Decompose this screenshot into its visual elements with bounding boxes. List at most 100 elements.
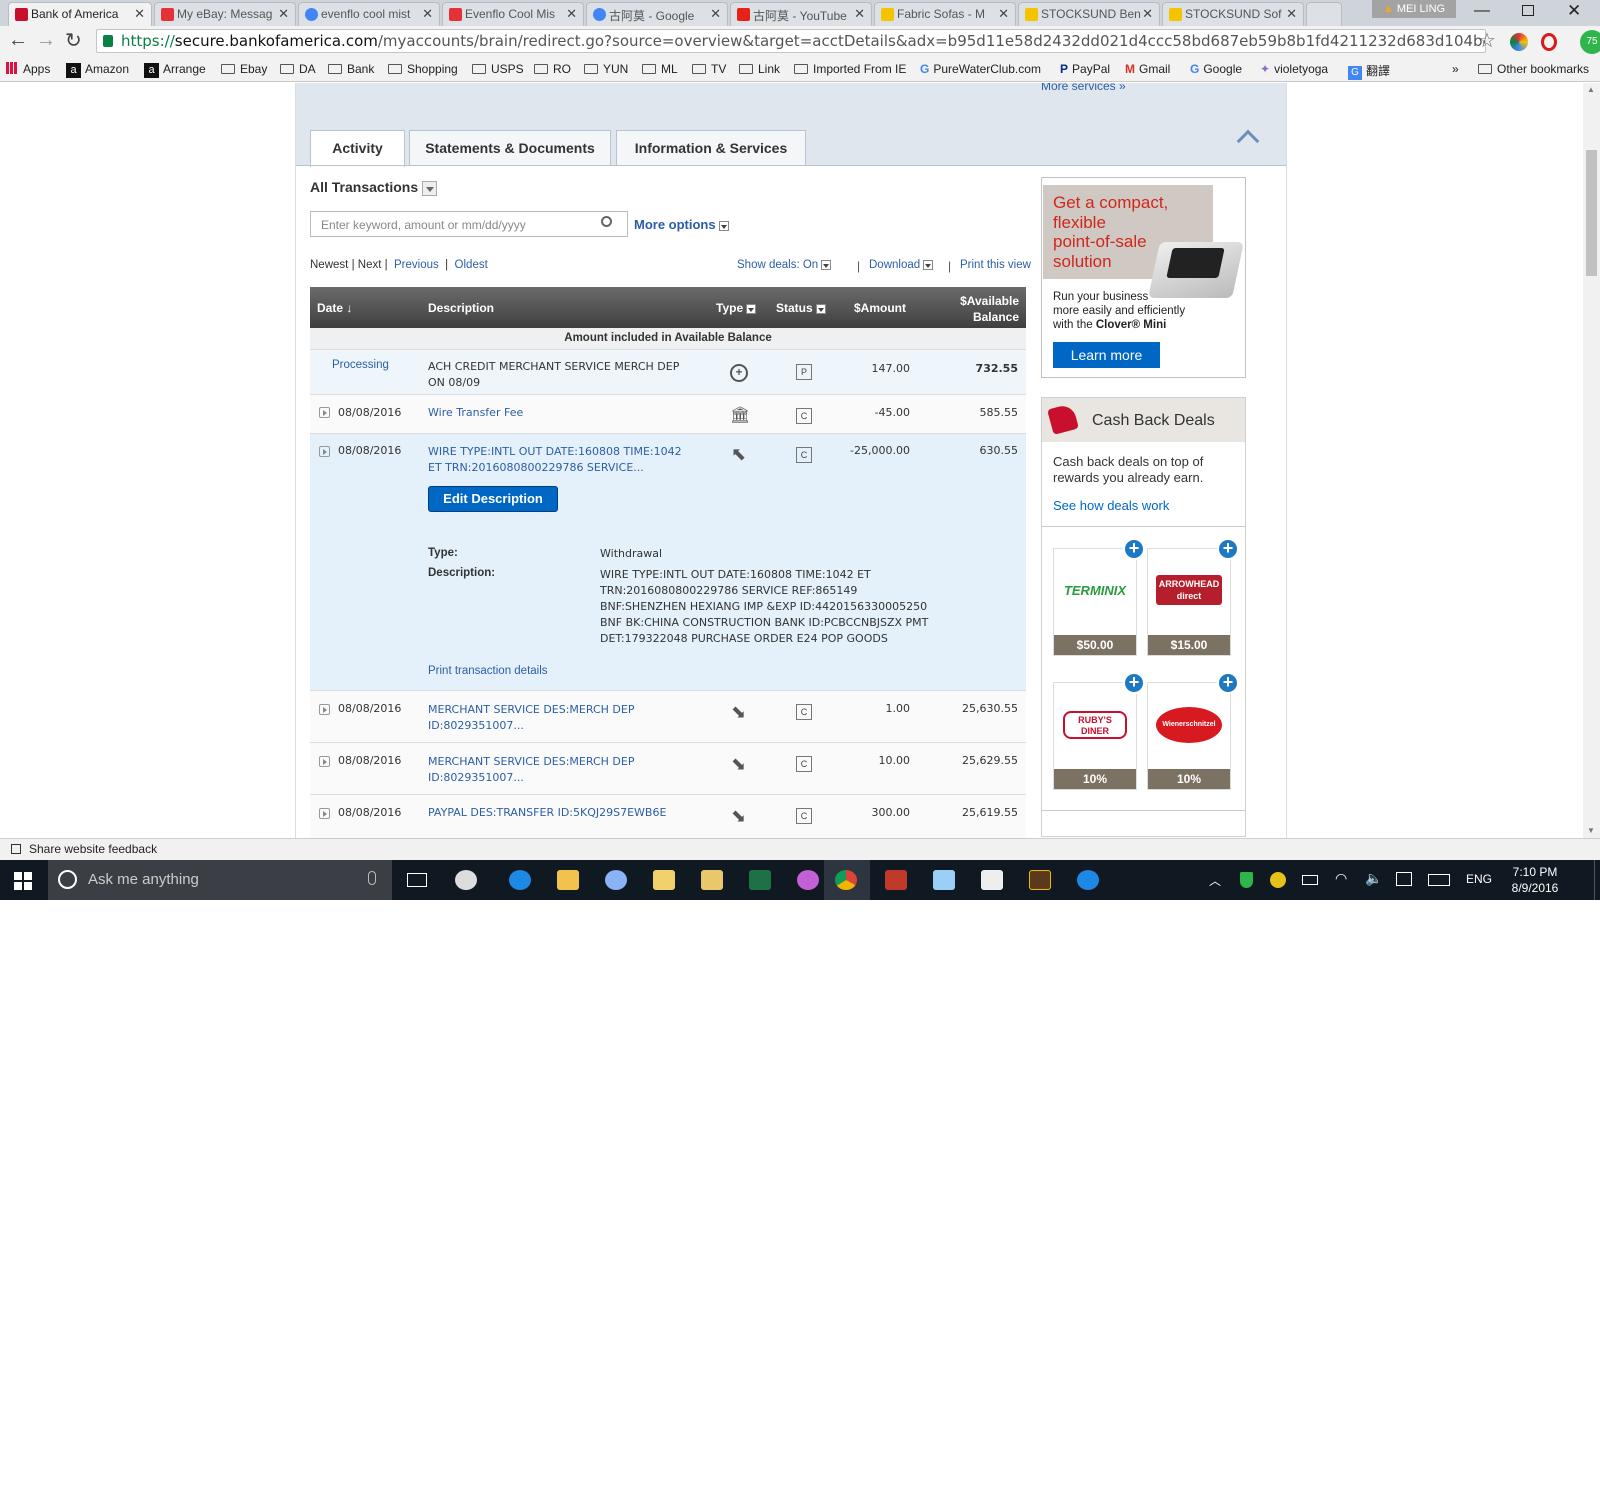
extension-t-icon[interactable] — [1510, 33, 1528, 51]
cortana-search-box[interactable]: Ask me anything — [48, 860, 392, 900]
bookmark-imported-from-ie[interactable]: Imported From IE — [794, 62, 906, 76]
table-row[interactable]: Processing ACH CREDIT MERCHANT SERVICE M… — [310, 350, 1026, 395]
bookmark-shopping[interactable]: Shopping — [388, 62, 458, 76]
vpn-app-icon[interactable] — [981, 870, 1003, 890]
bookmark-translate[interactable]: G 翻譯 — [1348, 62, 1390, 80]
language-indicator[interactable]: ENG — [1466, 872, 1492, 886]
expand-row-icon[interactable] — [319, 704, 330, 715]
pager-oldest-link[interactable]: Oldest — [455, 259, 488, 271]
deal-card-arrowhead[interactable]: ARROWHEAD direct $15.00 — [1147, 548, 1231, 656]
close-tab-icon[interactable]: ✕ — [1142, 6, 1153, 22]
tray-app-icon[interactable] — [1270, 872, 1286, 888]
browser-tab-google-guamo[interactable]: 古阿莫 - Google ✕ — [586, 2, 728, 26]
table-row[interactable]: 08/08/2016 MERCHANT SERVICE DES:MERCH DE… — [310, 691, 1026, 743]
table-row[interactable]: 08/08/2016 PAYPAL DES:TRANSFER ID:5KQJ29… — [310, 795, 1026, 838]
bookmark-usps[interactable]: USPS — [472, 62, 524, 76]
download-menu[interactable]: Download — [869, 259, 934, 271]
deal-card-rubys-diner[interactable]: RUBY'S DINER 10% — [1053, 682, 1137, 790]
scroll-up-arrow-icon[interactable]: ▲ — [1587, 85, 1595, 94]
browser-tab-ebay[interactable]: My eBay: Messag ✕ — [154, 2, 296, 26]
search-icon[interactable] — [601, 216, 612, 227]
bookmark-yun[interactable]: YUN — [584, 62, 628, 76]
clock[interactable]: 7:10 PM 8/9/2016 — [1505, 864, 1565, 896]
scrollbar-thumb[interactable] — [1586, 150, 1597, 276]
expand-row-icon[interactable] — [319, 808, 330, 819]
tab-activity[interactable]: Activity — [310, 130, 405, 167]
folder-app-icon[interactable] — [653, 870, 675, 890]
profile-badge[interactable]: ▲ MEI LING — [1372, 0, 1456, 18]
notes-app-icon[interactable] — [933, 870, 955, 890]
more-services-link[interactable]: More services » — [1041, 83, 1126, 93]
mail-folder-icon[interactable] — [701, 870, 723, 890]
defender-shield-icon[interactable] — [1240, 872, 1253, 888]
bookmark-violetyoga[interactable]: ✦ violetyoga — [1260, 62, 1328, 76]
forward-arrow-icon[interactable]: → — [36, 29, 56, 52]
row-description-link[interactable]: Wire Transfer Fee — [428, 406, 523, 419]
deal-card-terminix[interactable]: TERMINIX $50.00 — [1053, 548, 1137, 656]
column-status[interactable]: Status — [776, 301, 827, 315]
tray-chevron-up-icon[interactable]: ︿ — [1209, 872, 1221, 889]
edge-browser-icon[interactable] — [509, 870, 531, 890]
windows-start-icon[interactable] — [14, 872, 32, 890]
action-center-icon[interactable] — [1396, 872, 1412, 886]
paint-app-icon[interactable] — [605, 870, 627, 890]
row-description-link[interactable]: WIRE TYPE:INTL OUT DATE:160808 TIME:1042… — [428, 444, 682, 476]
minimize-button[interactable]: — — [1474, 2, 1490, 20]
wifi-icon[interactable]: ◠ — [1335, 870, 1347, 887]
bookmark-arrange[interactable]: a Arrange — [144, 62, 206, 78]
transaction-search-input[interactable]: Enter keyword, amount or mm/dd/yyyy — [310, 211, 628, 237]
reload-icon[interactable]: ↻ — [65, 28, 82, 53]
table-row[interactable]: 08/08/2016 MERCHANT SERVICE DES:MERCH DE… — [310, 743, 1026, 795]
bookmark-ro[interactable]: RO — [534, 62, 571, 76]
bookmark-amazon[interactable]: a Amazon — [66, 62, 129, 78]
clover-mini-ad[interactable]: Get a compact, flexible point-of-sale so… — [1041, 177, 1246, 378]
print-this-view-link[interactable]: Print this view — [960, 259, 1031, 271]
close-tab-icon[interactable]: ✕ — [134, 6, 145, 22]
back-arrow-icon[interactable]: ← — [8, 29, 28, 52]
tab-statements-documents[interactable]: Statements & Documents — [409, 130, 611, 166]
table-row-expanded[interactable]: 08/08/2016 WIRE TYPE:INTL OUT DATE:16080… — [310, 434, 1026, 691]
bookmark-ml[interactable]: ML — [642, 62, 678, 76]
show-desktop-strip[interactable] — [1594, 860, 1600, 900]
restore-button[interactable] — [1522, 5, 1534, 16]
browser-tab-stocksund-bench[interactable]: STOCKSUND Ben ✕ — [1018, 2, 1160, 26]
opera-icon[interactable] — [1541, 33, 1557, 51]
scroll-down-arrow-icon[interactable]: ▼ — [1587, 826, 1595, 835]
all-transactions-filter[interactable]: All Transactions — [310, 179, 438, 196]
tab-information-services[interactable]: Information & Services — [616, 130, 806, 166]
bookmark-gmail[interactable]: M Gmail — [1125, 62, 1170, 76]
battery-icon[interactable] — [1302, 875, 1318, 885]
browser-tab-bank-of-america[interactable]: Bank of America ✕ — [8, 2, 152, 26]
add-deal-plus-icon[interactable]: + — [1123, 538, 1145, 560]
row-description-link[interactable]: MERCHANT SERVICE DES:MERCH DEP ID:8029351… — [428, 754, 634, 786]
url-input[interactable]: https://secure.bankofamerica.com/myaccou… — [96, 29, 1486, 53]
more-options-link[interactable]: More options — [634, 217, 730, 232]
bookmark-paypal[interactable]: P PayPal — [1060, 62, 1110, 76]
see-how-deals-work-link[interactable]: See how deals work — [1053, 498, 1169, 513]
volume-icon[interactable]: 🔈 — [1365, 870, 1382, 887]
edit-description-button[interactable]: Edit Description — [428, 486, 558, 512]
bookmarks-overflow-chevron-icon[interactable]: » — [1452, 62, 1459, 76]
bookmark-google[interactable]: G Google — [1190, 62, 1242, 76]
bookmark-tv[interactable]: TV — [692, 62, 726, 76]
column-date[interactable]: Date ↓ — [317, 301, 352, 315]
collapse-row-icon[interactable] — [319, 446, 330, 457]
browser-tab-stocksund-sofa[interactable]: STOCKSUND Sof ✕ — [1162, 2, 1304, 26]
bookmark-ebay[interactable]: Ebay — [221, 62, 267, 76]
close-tab-icon[interactable]: ✕ — [998, 6, 1009, 22]
show-deals-toggle[interactable]: Show deals: On — [737, 259, 832, 271]
pager-previous-link[interactable]: Previous — [394, 259, 439, 271]
extension-badge-icon[interactable]: 75 — [1580, 30, 1600, 54]
browser-tab-fabric-sofas[interactable]: Fabric Sofas - M ✕ — [874, 2, 1016, 26]
star-bookmark-icon[interactable]: ☆ — [1478, 28, 1496, 53]
add-deal-plus-icon[interactable]: + — [1217, 672, 1239, 694]
add-deal-plus-icon[interactable]: + — [1217, 538, 1239, 560]
game-app-icon[interactable] — [797, 870, 819, 890]
share-feedback-bar[interactable]: Share website feedback — [0, 838, 1600, 860]
collapse-chevron-up-icon[interactable] — [1236, 129, 1260, 153]
task-view-icon[interactable] — [407, 873, 427, 887]
browser-tab-google-search[interactable]: evenflo cool mist ✕ — [298, 2, 440, 26]
internet-explorer-icon[interactable] — [1077, 870, 1099, 890]
keyboard-icon[interactable] — [1428, 874, 1450, 886]
add-deal-plus-icon[interactable]: + — [1123, 672, 1145, 694]
